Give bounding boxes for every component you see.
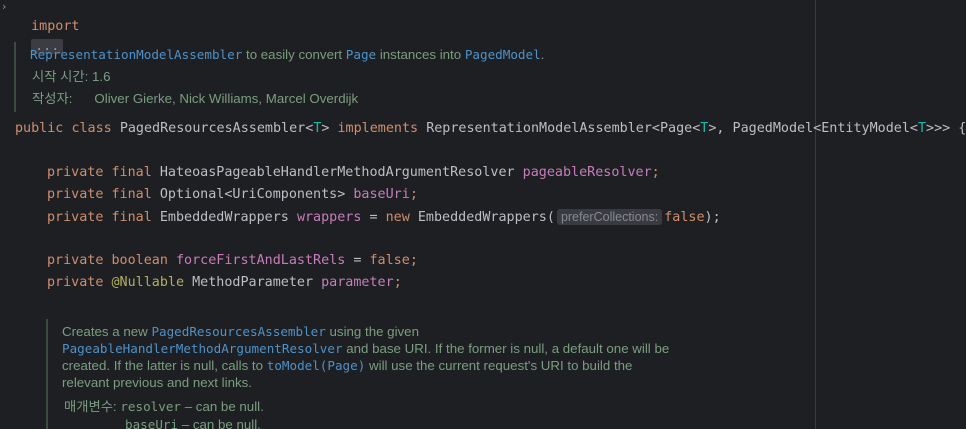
punct: ); (704, 210, 721, 225)
javadoc-summary: RepresentationModelAssembler to easily c… (30, 45, 544, 65)
parameter-hint: preferCollections: (556, 209, 663, 225)
javadoc-text: to easily convert (242, 47, 346, 62)
punct: ; (409, 253, 418, 268)
javadoc-param-base-uri: baseUri – can be null. (125, 415, 261, 429)
arg-value: false (664, 210, 705, 225)
field-name[interactable]: pageableResolver (523, 165, 652, 180)
interface-type[interactable]: RepresentationModelAssembler<Page< (426, 121, 700, 136)
field-type[interactable]: Optional<UriComponents> (160, 187, 345, 202)
javadoc-text: instances into (376, 47, 465, 62)
param-desc: – can be null. (181, 399, 264, 414)
type-param: T (917, 121, 927, 136)
field-parameter: private @Nullable MethodParameter parame… (47, 273, 402, 293)
field-name[interactable]: forceFirstAndLastRels (176, 253, 345, 268)
link-page[interactable]: Page (346, 47, 376, 62)
modifiers: private final (47, 165, 152, 180)
field-force-first-last: private boolean forceFirstAndLastRels = … (47, 251, 418, 271)
class-name[interactable]: PagedResourcesAssembler (120, 121, 305, 136)
constructor-call[interactable]: EmbeddedWrappers( (418, 210, 555, 225)
field-base-uri: private final Optional<UriComponents> ba… (47, 185, 418, 205)
link-to-model[interactable]: toModel(Page) (267, 358, 366, 373)
fold-expand-icon[interactable]: › (2, 0, 12, 16)
punct: > (321, 121, 330, 136)
javadoc-text: and base URI. If the former is null, a d… (342, 341, 670, 356)
field-type[interactable]: HateoasPageableHandlerMethodArgumentReso… (160, 165, 515, 180)
field-name[interactable]: baseUri (353, 187, 409, 202)
punct: ; (409, 187, 418, 202)
param-name: baseUri (125, 417, 179, 429)
punct: ; (651, 165, 660, 180)
field-name[interactable]: parameter (321, 275, 394, 290)
author-value: Oliver Gierke, Nick Williams, Marcel Ove… (94, 91, 359, 106)
modifiers: private (47, 275, 104, 290)
field-wrappers: private final EmbeddedWrappers wrappers … (47, 207, 721, 227)
punct: ; (393, 275, 402, 290)
field-type[interactable]: EmbeddedWrappers (160, 210, 289, 225)
javadoc-since: 시작 시간: 1.6 (32, 67, 111, 87)
param-name: resolver (120, 399, 182, 414)
javadoc-text: Creates a new (62, 324, 152, 339)
javadoc-line-4: relevant previous and next links. (62, 373, 252, 393)
modifiers: private final (47, 187, 152, 202)
param-desc: – can be null. (178, 417, 261, 429)
import-line: import ... (15, 0, 80, 54)
assign-op: = (345, 253, 370, 268)
right-margin-guide (815, 0, 816, 429)
javadoc-text: . (540, 47, 545, 62)
punct: >>> { (926, 121, 966, 136)
field-pageable-resolver: private final HateoasPageableHandlerMeth… (47, 163, 660, 183)
link-pageable-resolver[interactable]: PageableHandlerMethodArgumentResolver (62, 341, 343, 356)
annotation[interactable]: @Nullable (112, 275, 185, 290)
javadoc-text: created. If the latter is null, calls to (62, 358, 267, 373)
since-label: 시작 시간: (32, 69, 89, 84)
link-paged-model[interactable]: PagedModel (465, 47, 541, 62)
class-javadoc: RepresentationModelAssembler to easily c… (14, 42, 614, 112)
author-label: 작성자: (32, 91, 73, 106)
kw-public: public (15, 121, 64, 136)
params-label: 매개변수: (64, 399, 117, 414)
constructor-javadoc: Creates a new PagedResourcesAssembler us… (46, 319, 686, 429)
javadoc-text: using the given (325, 324, 419, 339)
field-type: boolean (111, 253, 168, 268)
javadoc-param-resolver: 매개변수: resolver – can be null. (64, 397, 264, 417)
javadoc-text: relevant previous and next links. (62, 375, 252, 390)
link-representation-model-assembler[interactable]: RepresentationModelAssembler (30, 47, 242, 62)
field-value: false (369, 253, 410, 268)
import-keyword: import (31, 19, 80, 34)
javadoc-text: will use the current request's URI to bu… (365, 358, 633, 373)
javadoc-author: 작성자: Oliver Gierke, Nick Williams, Marcel… (32, 89, 358, 109)
assign-op: = (361, 210, 386, 225)
modifiers: private (47, 253, 104, 268)
kw-class: class (71, 121, 112, 136)
link-paged-resources-assembler[interactable]: PagedResourcesAssembler (151, 324, 325, 339)
modifiers: private final (47, 210, 152, 225)
field-type[interactable]: MethodParameter (192, 275, 313, 290)
interface-type: >, PagedModel<EntityModel< (708, 121, 918, 136)
since-value: 1.6 (92, 69, 111, 84)
kw-new: new (385, 210, 410, 225)
kw-implements: implements (337, 121, 419, 136)
class-declaration: public class PagedResourcesAssembler<T> … (15, 119, 966, 139)
field-name[interactable]: wrappers (297, 210, 362, 225)
